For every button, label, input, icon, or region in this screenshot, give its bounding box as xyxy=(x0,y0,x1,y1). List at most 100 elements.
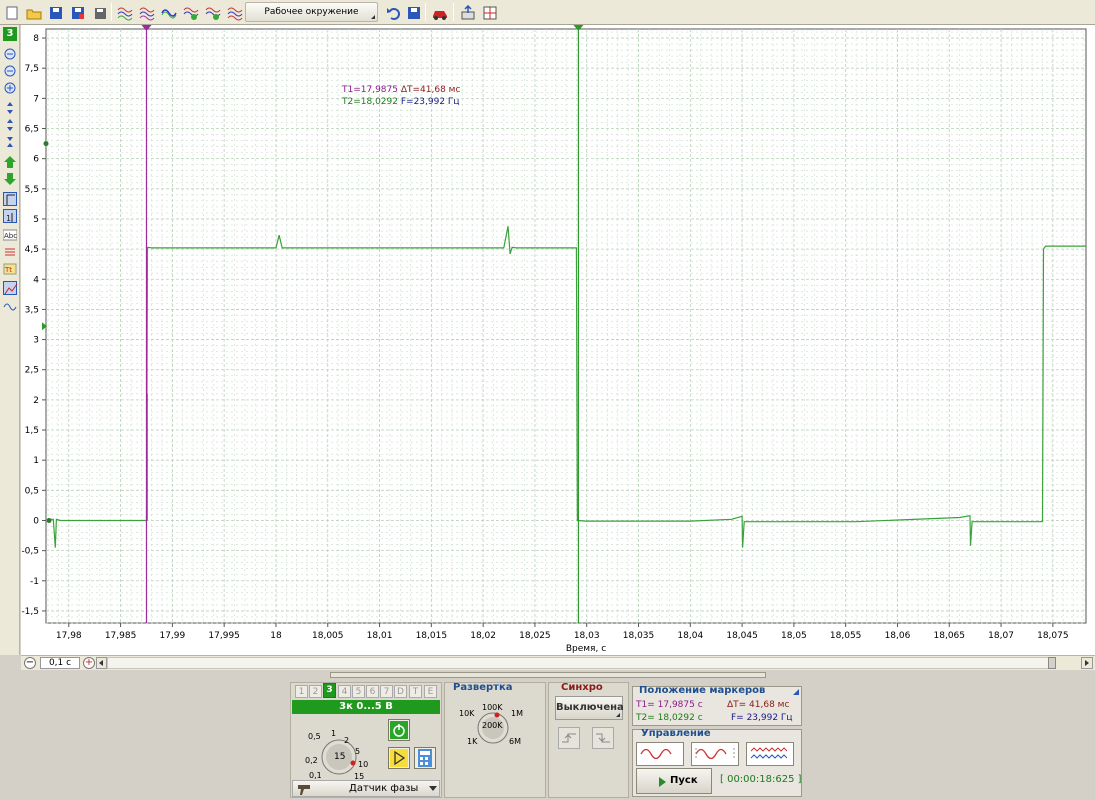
calculator-button[interactable] xyxy=(414,747,436,769)
sync-rising-edge-button[interactable] xyxy=(558,727,580,749)
text-icon[interactable]: Abc xyxy=(3,228,17,242)
x-tick-label: 18,06 xyxy=(885,631,911,641)
waveform-1-icon[interactable] xyxy=(115,3,133,21)
zoom-fit-icon[interactable] xyxy=(3,64,17,78)
open-file-icon[interactable] xyxy=(24,3,42,21)
channel-badge[interactable]: 3 xyxy=(3,27,17,41)
channel-tab-4[interactable]: 4 xyxy=(338,685,351,698)
x-tick-label: 17,98 xyxy=(56,631,82,641)
save-all-icon[interactable] xyxy=(90,3,108,21)
y-tick-label: -1 xyxy=(30,577,39,587)
scroll-left-button[interactable] xyxy=(96,657,107,669)
oscilloscope-chart[interactable]: 8 7,5 7 6,5 6 5,5 5 4,5 4 3,5 3 2,5 2 1,5 1 0,5 0 -0,5 -1 -… xyxy=(21,25,1095,655)
cursor-icon[interactable] xyxy=(3,192,17,206)
y-tick-label: 1,5 xyxy=(25,426,39,436)
move-down-icon[interactable] xyxy=(3,172,17,186)
run-button[interactable]: Пуск xyxy=(636,768,712,794)
sync-mode-button[interactable]: Выключена xyxy=(555,696,624,720)
sensor-select[interactable]: Датчик фазы xyxy=(292,780,440,797)
zero-level-marker xyxy=(46,517,52,523)
continuous-mode-button[interactable] xyxy=(691,742,739,766)
bars-icon[interactable] xyxy=(3,245,17,259)
y-tick-label: 2,5 xyxy=(25,366,39,376)
export-icon[interactable] xyxy=(458,3,476,21)
workspace-button[interactable]: Рабочее окружение xyxy=(245,2,378,22)
time-zoom-out-icon[interactable]: − xyxy=(24,657,36,669)
channel-tab-e[interactable]: E xyxy=(424,685,437,698)
record-mode-button[interactable] xyxy=(746,742,794,766)
channel-tab-1[interactable]: 1 xyxy=(295,685,308,698)
channel-tab-6[interactable]: 6 xyxy=(366,685,379,698)
waveform-4-icon[interactable] xyxy=(181,3,199,21)
x-tick-label: 18,075 xyxy=(1037,631,1069,641)
control-title: Управление xyxy=(641,728,711,739)
shift-icon[interactable] xyxy=(3,118,17,132)
channel-tab-t[interactable]: T xyxy=(409,685,422,698)
readout-dt: ΔT=41,68 мс xyxy=(400,85,461,95)
markers-title: Положение маркеров xyxy=(639,685,766,696)
sync-falling-edge-button[interactable] xyxy=(592,727,614,749)
y-tick-label: 3,5 xyxy=(25,305,39,315)
scroll-track[interactable] xyxy=(107,657,1049,669)
wave-view-icon[interactable] xyxy=(3,299,17,313)
knob-label-01: 0,1 xyxy=(309,771,322,780)
workspace-label: Рабочее окружение xyxy=(264,7,359,17)
y-tick-label: 6,5 xyxy=(25,125,39,135)
scroll-thumb[interactable] xyxy=(1048,657,1056,669)
probe-icon xyxy=(298,785,310,795)
channel-tab-7[interactable]: 7 xyxy=(380,685,393,698)
x-tick-label: 18,05 xyxy=(781,631,807,641)
waveform-2-icon[interactable] xyxy=(137,3,155,21)
sweep-label-1m: 1M xyxy=(511,709,523,718)
left-toolbar: 3 1 Abc Tt xyxy=(0,25,20,655)
knob-label-1: 1 xyxy=(331,729,337,738)
panel-splitter[interactable] xyxy=(330,672,766,678)
text-marker-icon[interactable]: Tt xyxy=(3,262,17,276)
knob-label-10: 10 xyxy=(358,760,369,769)
car-icon[interactable] xyxy=(430,3,448,21)
marker-readout: T1=17,9875 ΔT=41,68 мс T2=18,0292 F=23,9… xyxy=(342,84,460,108)
chart-view-icon[interactable] xyxy=(3,281,18,295)
y-tick-label: 4,5 xyxy=(25,245,39,255)
x-tick-label: 18,025 xyxy=(519,631,551,641)
svg-text:Abc: Abc xyxy=(4,232,17,240)
y-tick-label: 7 xyxy=(33,94,39,104)
move-up-icon[interactable] xyxy=(3,155,17,169)
markers-dt: ΔT= 41,68 мс xyxy=(727,700,790,710)
save-icon[interactable] xyxy=(46,3,64,21)
waveform-6-icon[interactable] xyxy=(225,3,243,21)
chart-canvas[interactable]: 8 7,5 7 6,5 6 5,5 5 4,5 4 3,5 3 2,5 2 1,5 1 0,5 0 -0,5 -1 -… xyxy=(21,25,1095,655)
new-file-icon[interactable] xyxy=(2,3,20,21)
channel-tab-2[interactable]: 2 xyxy=(309,685,322,698)
y-tick-label: -1,5 xyxy=(21,607,39,617)
scroll-right-button[interactable] xyxy=(1081,657,1093,669)
grid-icon[interactable] xyxy=(480,3,498,21)
undo-icon[interactable] xyxy=(384,3,402,21)
x-tick-label: 18,03 xyxy=(574,631,600,641)
compress-icon[interactable] xyxy=(3,135,17,149)
save-workspace-icon[interactable] xyxy=(404,3,422,21)
y-tick-label: 4 xyxy=(33,275,39,285)
sweep-label-1k: 1K xyxy=(467,737,478,746)
zoom-out-icon[interactable] xyxy=(3,47,17,61)
channel-tab-d[interactable]: D xyxy=(394,685,407,698)
knob-label-2: 2 xyxy=(344,736,350,745)
y-tick-label: 2 xyxy=(33,396,39,406)
stretch-icon[interactable] xyxy=(3,101,17,115)
waveform-3-icon[interactable] xyxy=(159,3,177,21)
voltage-knob-value: 15 xyxy=(334,752,346,762)
markers-f: F= 23,992 Гц xyxy=(731,713,793,723)
channel-tab-5[interactable]: 5 xyxy=(352,685,365,698)
waveform-5-icon[interactable] xyxy=(203,3,221,21)
single-mode-button[interactable] xyxy=(636,742,684,766)
measure-icon[interactable]: 1 xyxy=(3,209,17,223)
save-as-icon[interactable] xyxy=(68,3,86,21)
play-channel-button[interactable] xyxy=(388,747,410,769)
time-zoom-in-icon[interactable]: + xyxy=(83,657,95,669)
y-tick-label: 0 xyxy=(33,516,39,526)
zoom-in-icon[interactable] xyxy=(3,81,17,95)
power-button[interactable] xyxy=(388,719,410,741)
sweep-label-6m: 6M xyxy=(509,737,521,746)
channel-tab-3[interactable]: 3 xyxy=(323,683,336,698)
markers-corner-icon[interactable] xyxy=(793,689,799,695)
